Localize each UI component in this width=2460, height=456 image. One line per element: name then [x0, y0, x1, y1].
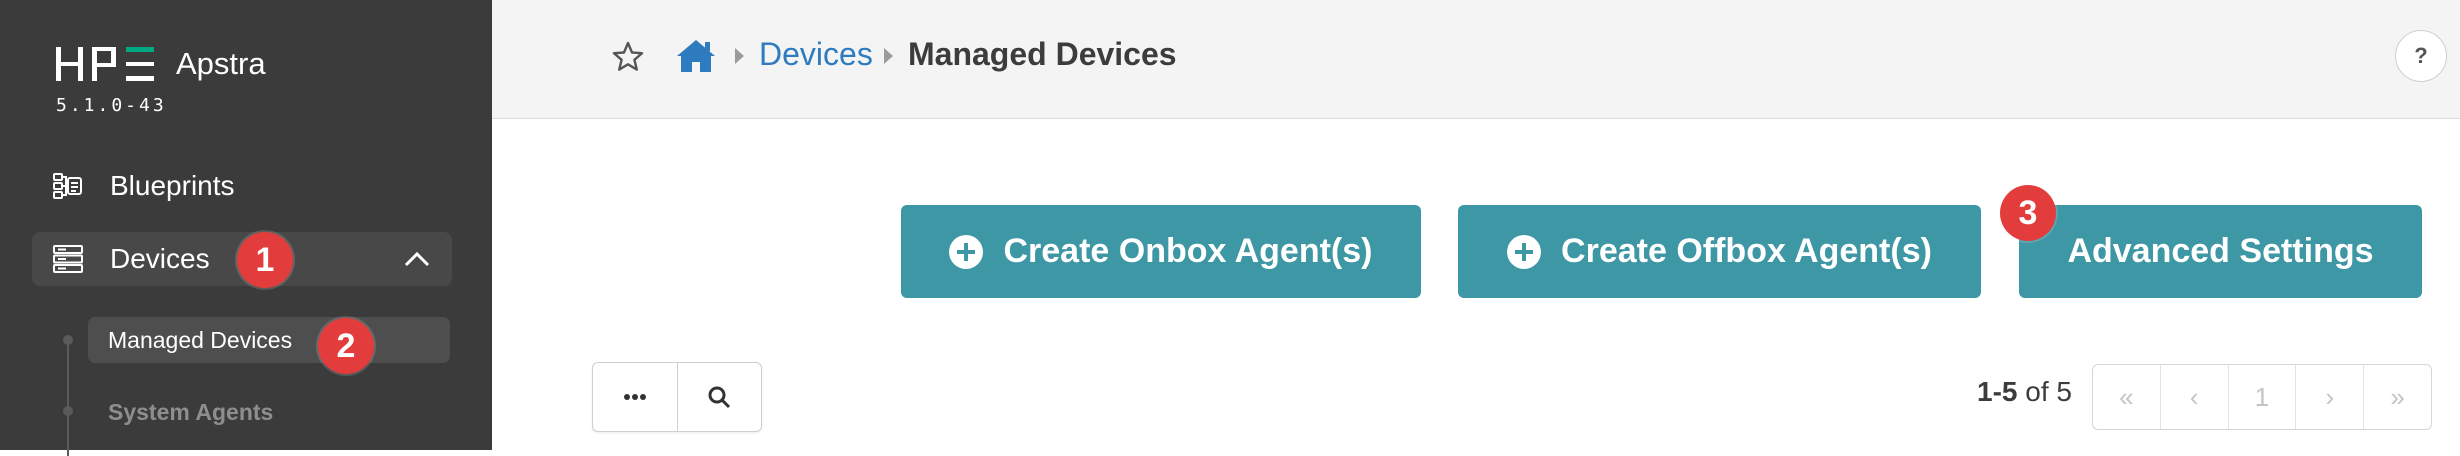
create-onbox-agent-button[interactable]: Create Onbox Agent(s) [901, 205, 1421, 298]
annotation-badge: 1 [237, 232, 293, 288]
top-bar: Devices Managed Devices ? [492, 0, 2460, 119]
button-label: Create Onbox Agent(s) [1003, 232, 1373, 270]
pagination-of: of [2025, 376, 2049, 407]
submenu-tree-line [67, 336, 69, 456]
plus-circle-icon [1507, 234, 1542, 269]
pagination-controls: « ‹ 1 › » [2092, 364, 2432, 430]
app-logo[interactable]: Apstra [56, 46, 266, 82]
home-icon[interactable] [676, 38, 716, 74]
more-options-button[interactable] [593, 363, 677, 431]
button-label: Create Offbox Agent(s) [1561, 232, 1932, 270]
first-page-button[interactable]: « [2093, 365, 2160, 429]
submenu-dot [63, 406, 73, 416]
prev-page-button[interactable]: ‹ [2159, 365, 2228, 429]
pagination-summary: 1-5 of 5 [1977, 376, 2072, 408]
sidebar-item-label: Devices [110, 243, 210, 274]
hpe-logo [56, 47, 154, 81]
page-title: Managed Devices [908, 36, 1177, 72]
product-name: Apstra [176, 46, 266, 81]
breadcrumb-separator-icon [884, 48, 893, 64]
favorite-star-icon[interactable] [611, 40, 645, 74]
help-button[interactable]: ? [2395, 30, 2447, 82]
pagination-range: 1-5 [1977, 376, 2018, 407]
annotation-badge: 2 [318, 318, 374, 374]
button-label: Advanced Settings [2067, 232, 2374, 270]
chevron-up-icon[interactable] [404, 248, 430, 270]
next-page-button[interactable]: › [2295, 365, 2363, 429]
last-page-button[interactable]: » [2363, 365, 2431, 429]
sidebar-item-label: Blueprints [110, 170, 235, 201]
breadcrumb-separator-icon [735, 48, 744, 64]
table-toolbar [592, 362, 762, 432]
page-number-button[interactable]: 1 [2227, 365, 2296, 429]
search-icon [708, 386, 731, 409]
search-button[interactable] [676, 363, 762, 431]
blueprints-icon [53, 173, 82, 199]
breadcrumb-devices[interactable]: Devices [759, 36, 873, 73]
sidebar-item-blueprints[interactable]: Blueprints [32, 159, 452, 213]
devices-icon [53, 245, 83, 273]
create-offbox-agent-button[interactable]: Create Offbox Agent(s) [1458, 205, 1981, 298]
advanced-settings-button[interactable]: Advanced Settings [2019, 205, 2422, 298]
sidebar: Apstra 5.1.0-43 Blueprints Devices Manag… [0, 0, 492, 456]
submenu-dot [63, 335, 73, 345]
annotation-badge: 3 [2000, 185, 2056, 241]
pagination-total: 5 [2056, 376, 2072, 407]
sidebar-subitem-system-agents[interactable]: System Agents [88, 389, 273, 435]
version-label: 5.1.0-43 [56, 95, 167, 116]
plus-circle-icon [949, 234, 984, 269]
sidebar-subitem-managed-devices[interactable]: Managed Devices [88, 317, 450, 363]
ellipsis-icon [623, 394, 646, 400]
